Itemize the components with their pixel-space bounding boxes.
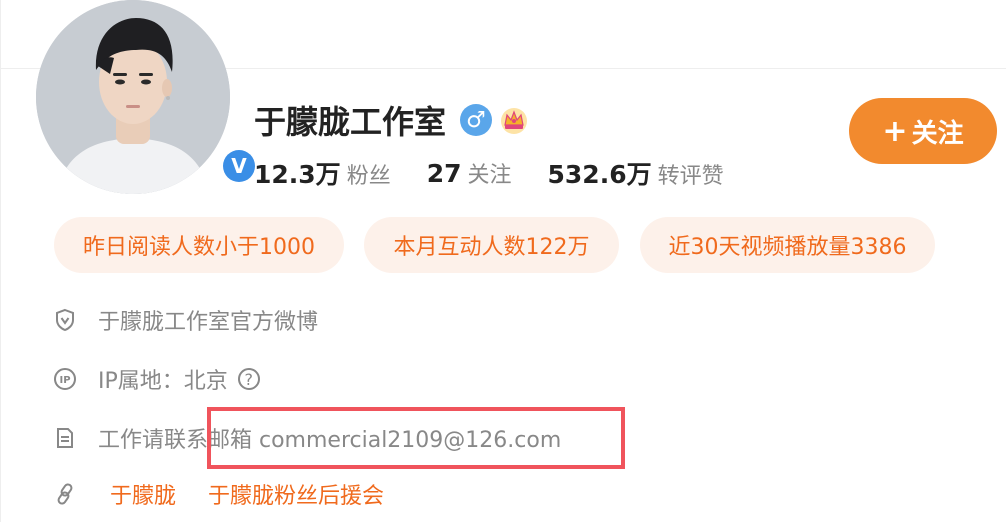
tag-monthly-interactions: 本月互动人数122万 [364,217,619,273]
info-contact-row: 工作请联系邮箱 commercial2109@126.com [52,420,561,456]
verified-description: 于朦胧工作室官方微博 [98,310,319,335]
stat-following[interactable]: 27 关注 [427,157,512,189]
link-fan-club[interactable]: 于朦胧粉丝后援会 [208,478,384,510]
following-count: 27 [426,159,462,188]
document-icon [52,425,78,451]
tag-video-plays: 近30天视频播放量3386 [640,217,935,273]
stat-reposts-likes[interactable]: 532.6万 转评赞 [548,155,724,191]
name-row: 于朦胧工作室 ♂ [254,95,530,145]
followers-label: 粉丝 [346,164,391,189]
info-links-row: 于朦胧 于朦胧粉丝后援会 [52,476,416,512]
ip-location: IP属地：北京 [98,369,228,394]
male-gender-icon: ♂ [460,104,493,136]
stats-row: 12.3万 粉丝 27 关注 532.6万 转评赞 [254,152,760,194]
left-divider [0,0,1,522]
follow-label: 关注 [911,118,964,149]
info-verified-row: 于朦胧工作室官方微博 [52,302,318,338]
verified-v-icon: V [223,150,255,182]
crown-icon[interactable] [498,104,530,136]
follow-button[interactable]: + 关注 [849,98,997,164]
profile-name: 于朦胧工作室 [254,103,447,141]
reposts-likes-count: 532.6万 [547,160,652,189]
reposts-likes-label: 转评赞 [657,164,724,189]
svg-text:IP: IP [59,375,70,386]
help-icon[interactable]: ? [237,368,260,390]
tag-yesterday-reads: 昨日阅读人数小于1000 [54,217,344,273]
contact-description: 工作请联系邮箱 commercial2109@126.com [98,428,562,453]
followers-count: 12.3万 [254,160,341,189]
avatar-container[interactable]: V [36,0,258,194]
profile-page: V 于朦胧工作室 ♂ 12.3万 粉丝 27 关注 532.6万 转评赞 + 关… [0,0,1006,522]
plus-icon: + [882,113,908,149]
ip-icon: IP [52,366,78,392]
link-icon [52,481,78,507]
stat-followers[interactable]: 12.3万 粉丝 [254,155,391,191]
shield-icon [52,307,78,333]
verified-badge: V [220,147,258,185]
following-label: 关注 [467,163,512,188]
link-yu-menglong[interactable]: 于朦胧 [110,478,176,510]
avatar-portrait [36,0,230,194]
avatar[interactable] [36,0,230,194]
info-ip-row: IP IP属地：北京 ? [52,361,260,397]
